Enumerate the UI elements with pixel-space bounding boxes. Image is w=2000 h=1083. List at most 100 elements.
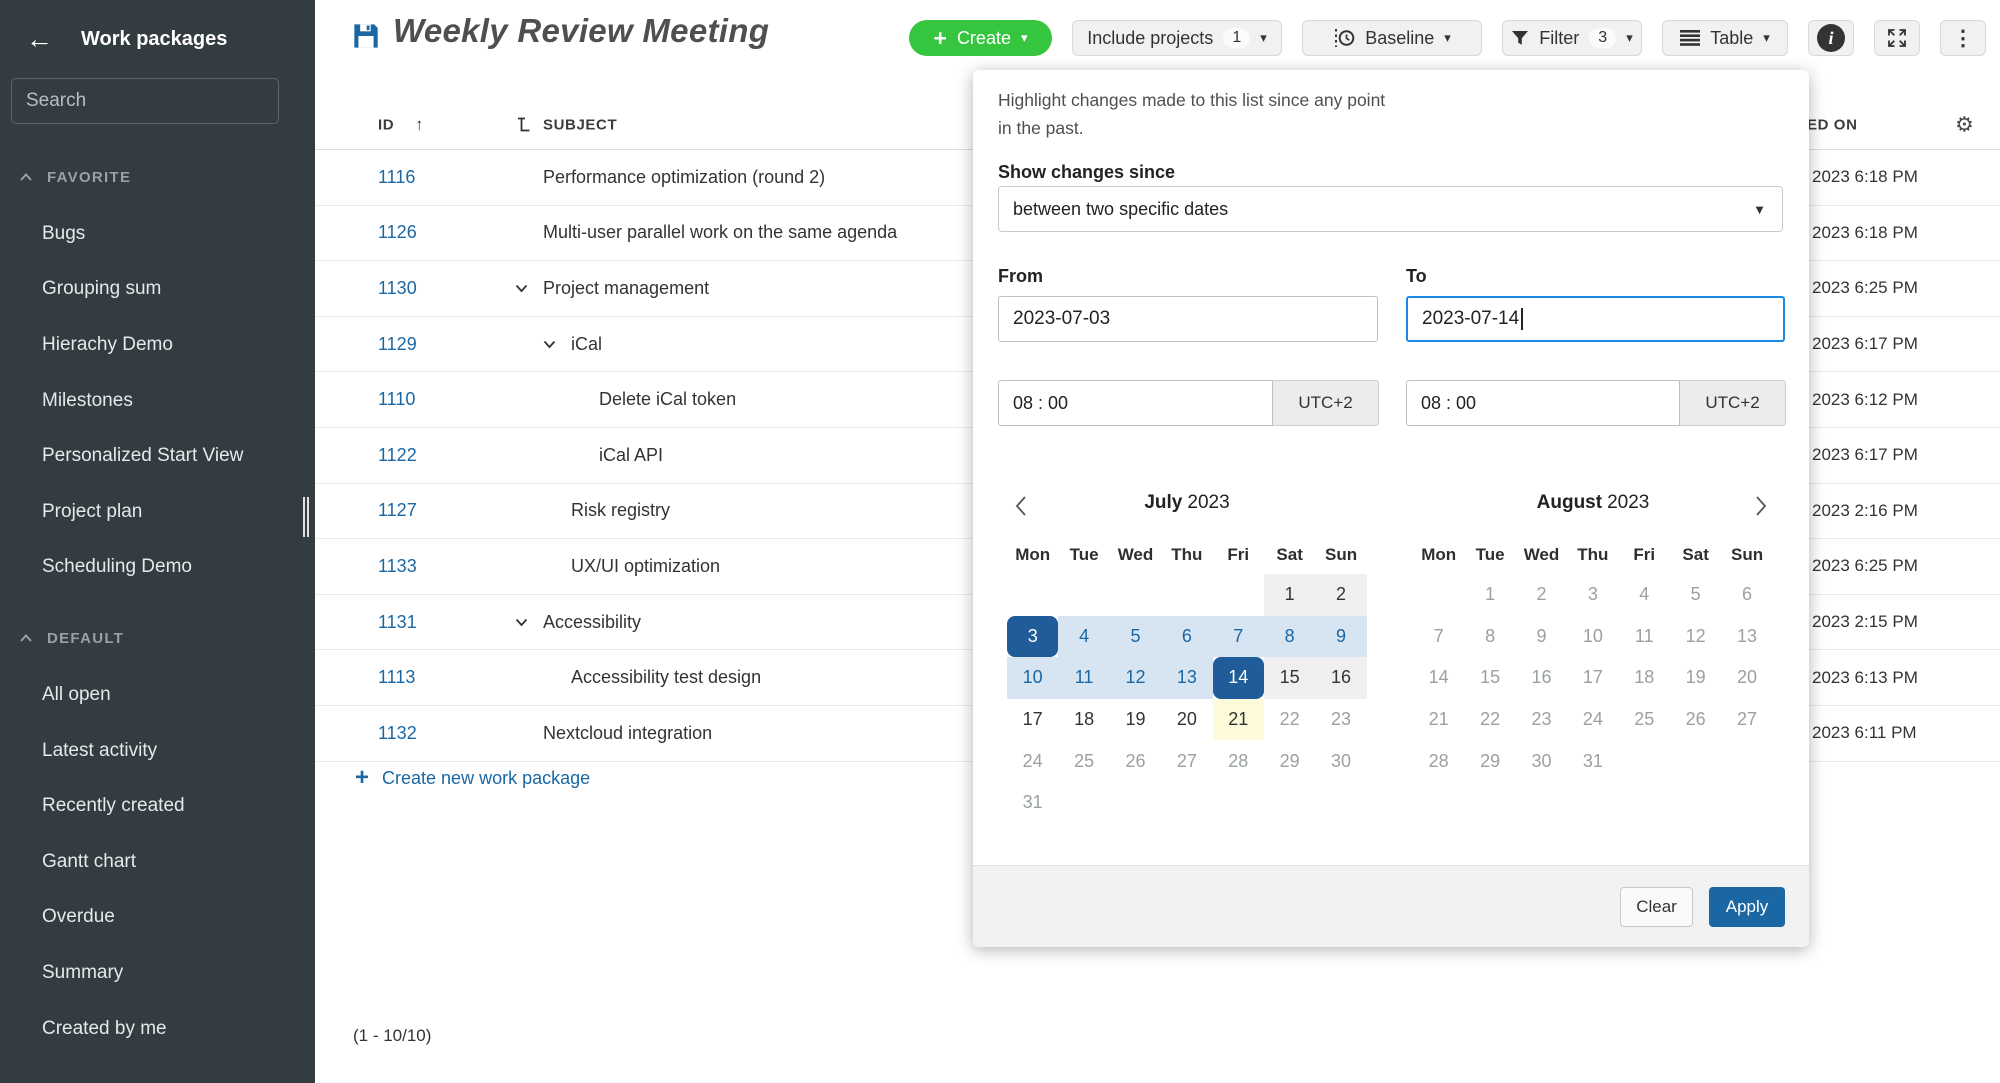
sidebar-item[interactable]: Latest activity [0, 723, 315, 779]
calendar-day: 26 [1685, 709, 1706, 730]
save-icon[interactable] [352, 22, 380, 50]
calendar-day[interactable]: 17 [1007, 699, 1058, 741]
calendar-day: 23 [1531, 709, 1552, 730]
calendar-day[interactable]: 21 [1212, 698, 1264, 741]
calendar-day[interactable]: 15 [1263, 657, 1316, 699]
sidebar-item[interactable]: Summary [0, 945, 315, 1001]
apply-button[interactable]: Apply [1709, 887, 1785, 927]
work-package-subject: Nextcloud integration [543, 722, 713, 743]
sidebar-item[interactable]: Gantt chart [0, 834, 315, 890]
include-projects-button[interactable]: Include projects 1 ▾ [1072, 20, 1282, 56]
sidebar-sections: FAVORITE Bugs Grouping sum Hierachy Demo… [0, 160, 315, 1082]
search-input[interactable] [26, 90, 271, 112]
calendar-day: 22 [1480, 709, 1501, 730]
filter-button[interactable]: Filter 3 ▾ [1502, 20, 1642, 56]
work-package-id-link[interactable]: 1126 [378, 222, 417, 243]
sidebar-item[interactable]: Overdue [0, 890, 315, 946]
work-package-id-link[interactable]: 1113 [378, 667, 415, 688]
create-button[interactable]: + Create ▾ [909, 20, 1052, 56]
sidebar-item[interactable]: Created by me [0, 1001, 315, 1057]
sidebar-item-label: Grouping sum [42, 278, 162, 300]
sidebar-item[interactable]: All open [0, 667, 315, 723]
calendar-day[interactable]: 8 [1263, 615, 1316, 658]
work-package-id-link[interactable]: 1129 [378, 334, 417, 355]
calendar-day[interactable]: 6 [1161, 615, 1213, 658]
sort-ascending-icon[interactable]: ↑ [415, 115, 424, 135]
sidebar-item[interactable]: Recently created [0, 778, 315, 834]
calendar-day[interactable]: 2 [1315, 574, 1367, 616]
updated-on-value: 2023 6:17 PM [1812, 334, 1918, 354]
chevron-down-icon[interactable] [515, 284, 543, 293]
to-time-input[interactable]: 08 : 00 [1406, 380, 1680, 426]
calendar-day: 17 [1582, 667, 1603, 688]
calendar-day[interactable]: 12 [1109, 657, 1162, 699]
sidebar-section-header[interactable]: FAVORITE [0, 160, 315, 194]
calendar-day[interactable]: 16 [1315, 657, 1367, 699]
calendar-day[interactable]: 1 [1263, 574, 1316, 616]
sidebar-item[interactable]: Hierachy Demo [0, 317, 315, 373]
more-menu-button[interactable]: ⋮ [1940, 20, 1986, 56]
work-package-id-link[interactable]: 1133 [378, 556, 417, 577]
work-package-id-link[interactable]: 1116 [378, 167, 415, 188]
calendar-day[interactable]: 19 [1110, 699, 1161, 741]
sidebar-item[interactable]: Grouping sum [0, 262, 315, 318]
calendar-day[interactable]: 3 [1007, 615, 1059, 658]
to-timezone-button[interactable]: UTC+2 [1680, 380, 1786, 426]
calendar-day: 29 [1279, 750, 1300, 771]
calendar-day[interactable]: 11 [1058, 657, 1110, 699]
work-package-subject: Multi-user parallel work on the same age… [543, 222, 898, 243]
sidebar-search[interactable] [11, 78, 279, 124]
work-package-id-link[interactable]: 1130 [378, 278, 417, 299]
weekday-label: Thu [1577, 545, 1609, 564]
to-date-input[interactable]: 2023-07-14 [1406, 296, 1785, 342]
clear-button[interactable]: Clear [1620, 887, 1693, 927]
calendar-day[interactable]: 9 [1315, 615, 1367, 658]
weekday-label: Sat [1682, 545, 1709, 564]
calendar-day[interactable]: 10 [1007, 657, 1059, 699]
sidebar-item[interactable]: Milestones [0, 373, 315, 429]
work-package-id-link[interactable]: 1127 [378, 500, 417, 521]
calendar-day: 3 [1587, 584, 1598, 605]
info-button[interactable]: i [1808, 20, 1854, 56]
calendar-day[interactable]: 7 [1212, 615, 1264, 658]
column-header-id[interactable]: ID [378, 116, 394, 133]
fullscreen-button[interactable] [1874, 20, 1920, 56]
chevron-down-icon[interactable] [515, 618, 543, 627]
column-header-updated-on[interactable]: ED ON [1807, 116, 1858, 133]
from-time-input[interactable]: 08 : 00 [998, 380, 1273, 426]
work-package-id-link[interactable]: 1122 [378, 445, 417, 466]
sidebar-item[interactable]: Project plan [0, 484, 315, 540]
from-timezone-button[interactable]: UTC+2 [1273, 380, 1379, 426]
work-package-id-link[interactable]: 1131 [378, 612, 417, 633]
table-settings-gear-icon[interactable]: ⚙ [1955, 112, 1974, 137]
calendar-month-name: July [1144, 492, 1183, 513]
sidebar-item[interactable]: Personalized Start View [0, 428, 315, 484]
changes-mode-value: between two specific dates [1013, 198, 1229, 219]
sidebar-item[interactable]: Bugs [0, 206, 315, 262]
calendar-day[interactable]: 20 [1161, 699, 1212, 741]
sidebar-item[interactable]: Scheduling Demo [0, 540, 315, 596]
sidebar-section-header[interactable]: DEFAULT [0, 621, 315, 655]
create-work-package-link[interactable]: + Create new work package [355, 766, 590, 790]
calendar-day[interactable]: 14 [1212, 657, 1264, 699]
back-arrow-icon[interactable]: ← [26, 25, 53, 53]
view-mode-button[interactable]: Table ▾ [1662, 20, 1788, 56]
calendar-day[interactable]: 5 [1109, 615, 1162, 658]
calendar-day-grid: 1 2 3 4 5 6 7 8 9 10 11 12 13 14 15 16 17 18 19 20 21 22 23 24 2… [1413, 574, 1773, 782]
column-header-subject[interactable]: SUBJECT [543, 116, 617, 133]
from-date-input[interactable]: 2023-07-03 [998, 296, 1378, 342]
sidebar-item-label: Bugs [42, 222, 86, 244]
changes-mode-select[interactable]: between two specific dates ▼ [998, 186, 1783, 232]
chevron-down-icon[interactable] [543, 340, 571, 349]
chevron-down-icon: ▾ [1626, 30, 1633, 45]
calendar-day[interactable]: 18 [1058, 699, 1109, 741]
sidebar-resize-handle[interactable] [303, 497, 309, 537]
baseline-button[interactable]: Baseline ▾ [1302, 20, 1482, 56]
work-package-id-link[interactable]: 1132 [378, 723, 417, 744]
calendar-day: 26 [1125, 750, 1146, 771]
calendar-day[interactable]: 4 [1058, 615, 1110, 658]
work-package-id-link[interactable]: 1110 [378, 389, 415, 410]
calendar-day: 23 [1331, 709, 1352, 730]
calendar-day[interactable]: 13 [1161, 657, 1213, 699]
weekday-label: Sun [1730, 545, 1764, 564]
